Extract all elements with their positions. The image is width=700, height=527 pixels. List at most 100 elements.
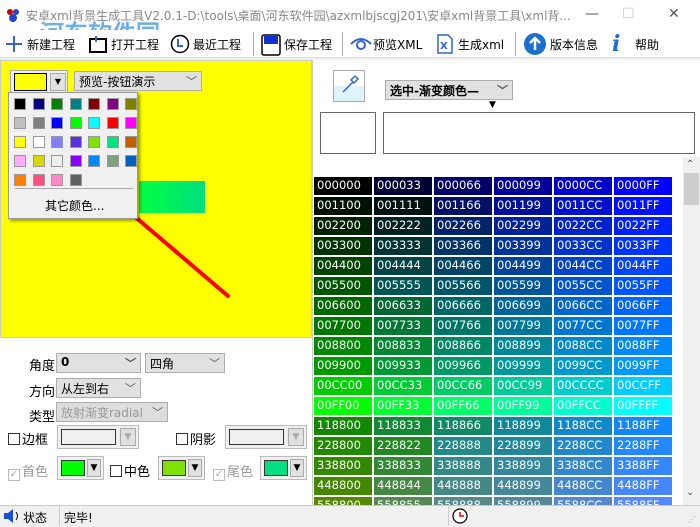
scroll-up-icon[interactable]: ⌃ [686, 159, 694, 170]
color-cell[interactable]: 338899 [494, 457, 552, 475]
color-cell[interactable]: 002266 [434, 217, 492, 235]
color-cell[interactable]: 0088CC [554, 337, 612, 355]
color-cell[interactable]: 0000FF [614, 177, 672, 195]
color-cell[interactable]: 006633 [374, 297, 432, 315]
color-cell[interactable]: 228899 [494, 437, 552, 455]
color-cell[interactable]: 448888 [434, 477, 492, 495]
color-cell[interactable]: 0000CC [554, 177, 612, 195]
color-swatch[interactable] [88, 155, 100, 167]
color-cell[interactable]: 00FFFF [614, 397, 672, 415]
color-cell[interactable]: 00CC66 [434, 377, 492, 395]
color-swatch[interactable] [88, 117, 100, 129]
color-cell[interactable]: 001166 [434, 197, 492, 215]
color-cell[interactable]: 5588CC [554, 497, 612, 505]
color-cell[interactable]: 3388FF [614, 457, 672, 475]
color-cell[interactable]: 000000 [314, 177, 372, 195]
color-cell[interactable]: 00CC99 [494, 377, 552, 395]
color-cell[interactable]: 448844 [374, 477, 432, 495]
color-swatch[interactable] [125, 98, 137, 110]
color-swatch[interactable] [106, 117, 119, 129]
resize-grip[interactable]: ⋰ [688, 515, 696, 524]
color-cell[interactable]: 1188CC [554, 417, 612, 435]
color-cell[interactable]: 118800 [314, 417, 372, 435]
minimize-button[interactable]: — [585, 6, 599, 22]
maximize-button[interactable]: ☐ [622, 6, 635, 22]
recent-project-button[interactable]: 最近工程 [170, 32, 241, 56]
color-cell[interactable]: 008866 [434, 337, 492, 355]
color-cell[interactable]: 0099CC [554, 357, 612, 375]
color-cell[interactable]: 004499 [494, 257, 552, 275]
color-swatch[interactable] [11, 133, 29, 151]
color-swatch[interactable] [32, 155, 45, 167]
shadow-checkbox[interactable]: 阴影 [176, 429, 216, 448]
color-cell[interactable]: 007766 [434, 317, 492, 335]
color-cell[interactable]: 0055CC [554, 277, 612, 295]
version-info-button[interactable]: 版本信息 [523, 32, 598, 56]
color-swatch[interactable] [88, 136, 100, 148]
color-cell[interactable]: 003333 [374, 237, 432, 255]
color-cell[interactable]: 005599 [494, 277, 552, 295]
type-select[interactable]: 放射渐变radial ﹀ [56, 402, 168, 422]
color-swatch[interactable] [14, 117, 26, 129]
color-cell[interactable]: 338800 [314, 457, 372, 475]
scroll-down-icon[interactable]: ⌄ [686, 487, 694, 498]
color-cell[interactable]: 00FF00 [314, 397, 372, 415]
color-swatch[interactable] [106, 136, 119, 148]
color-cell[interactable]: 0011FF [614, 197, 672, 215]
color-cell[interactable]: 228822 [374, 437, 432, 455]
color-swatch[interactable] [69, 155, 82, 167]
color-cell[interactable]: 00CCFF [614, 377, 672, 395]
color-swatch[interactable] [32, 98, 45, 110]
color-cell[interactable]: 008800 [314, 337, 372, 355]
color-swatch[interactable] [69, 98, 82, 110]
color-cell[interactable]: 008833 [374, 337, 432, 355]
color-cell[interactable]: 00CC33 [374, 377, 432, 395]
color-cell[interactable]: 4488FF [614, 477, 672, 495]
color-cell[interactable]: 005555 [374, 277, 432, 295]
mid-color-checkbox[interactable]: 中色 [110, 461, 150, 480]
color-swatch[interactable] [14, 155, 26, 167]
color-cell[interactable]: 558800 [314, 497, 372, 505]
gradient-color-select[interactable]: 选中-渐变颜色— ﹀ [385, 80, 513, 100]
color-swatch[interactable] [51, 98, 63, 110]
color-cell[interactable]: 0099FF [614, 357, 672, 375]
color-cell[interactable]: 0033FF [614, 237, 672, 255]
color-cell[interactable]: 3388CC [554, 457, 612, 475]
color-cell[interactable]: 228800 [314, 437, 372, 455]
color-cell[interactable]: 002200 [314, 217, 372, 235]
end-color-checkbox[interactable]: ✓ 尾色 [213, 461, 253, 481]
color-swatch[interactable] [14, 98, 26, 110]
color-cell[interactable]: 558899 [494, 497, 552, 505]
more-colors-button[interactable]: 其它颜色... [45, 197, 104, 214]
color-cell[interactable]: 005500 [314, 277, 372, 295]
new-project-button[interactable]: 新建工程 [4, 32, 75, 56]
color-cell[interactable]: 002299 [494, 217, 552, 235]
corner-select[interactable]: 四角 ﹀ [145, 353, 225, 373]
color-cell[interactable]: 009999 [494, 357, 552, 375]
scrollbar[interactable]: ⌃ ⌄ [683, 157, 700, 505]
color-cell[interactable]: 0044FF [614, 257, 672, 275]
color-cell[interactable]: 558855 [374, 497, 432, 505]
color-cell[interactable]: 00FF33 [374, 397, 432, 415]
angle-select[interactable]: 0 ﹀ [56, 353, 141, 373]
color-cell[interactable]: 000099 [494, 177, 552, 195]
color-cell[interactable]: 0077CC [554, 317, 612, 335]
color-cell[interactable]: 1188FF [614, 417, 672, 435]
help-button[interactable]: i 帮助 [612, 32, 659, 56]
close-button[interactable]: ✕ [668, 6, 680, 22]
color-cell[interactable]: 00CCCC [554, 377, 612, 395]
color-cell[interactable]: 001100 [314, 197, 372, 215]
color-cell[interactable]: 0022CC [554, 217, 612, 235]
color-cell[interactable]: 001199 [494, 197, 552, 215]
end-color-picker[interactable]: ▼ [260, 456, 307, 480]
color-cell[interactable]: 002222 [374, 217, 432, 235]
start-color-picker[interactable]: ▼ [57, 456, 104, 480]
color-swatch[interactable] [32, 174, 45, 186]
color-cell[interactable]: 0066CC [554, 297, 612, 315]
color-swatch[interactable] [51, 117, 63, 129]
color-swatch[interactable] [69, 136, 82, 148]
color-cell[interactable]: 4488CC [554, 477, 612, 495]
color-swatch[interactable] [51, 174, 63, 186]
color-swatch[interactable] [125, 155, 137, 167]
color-cell[interactable]: 0088FF [614, 337, 672, 355]
